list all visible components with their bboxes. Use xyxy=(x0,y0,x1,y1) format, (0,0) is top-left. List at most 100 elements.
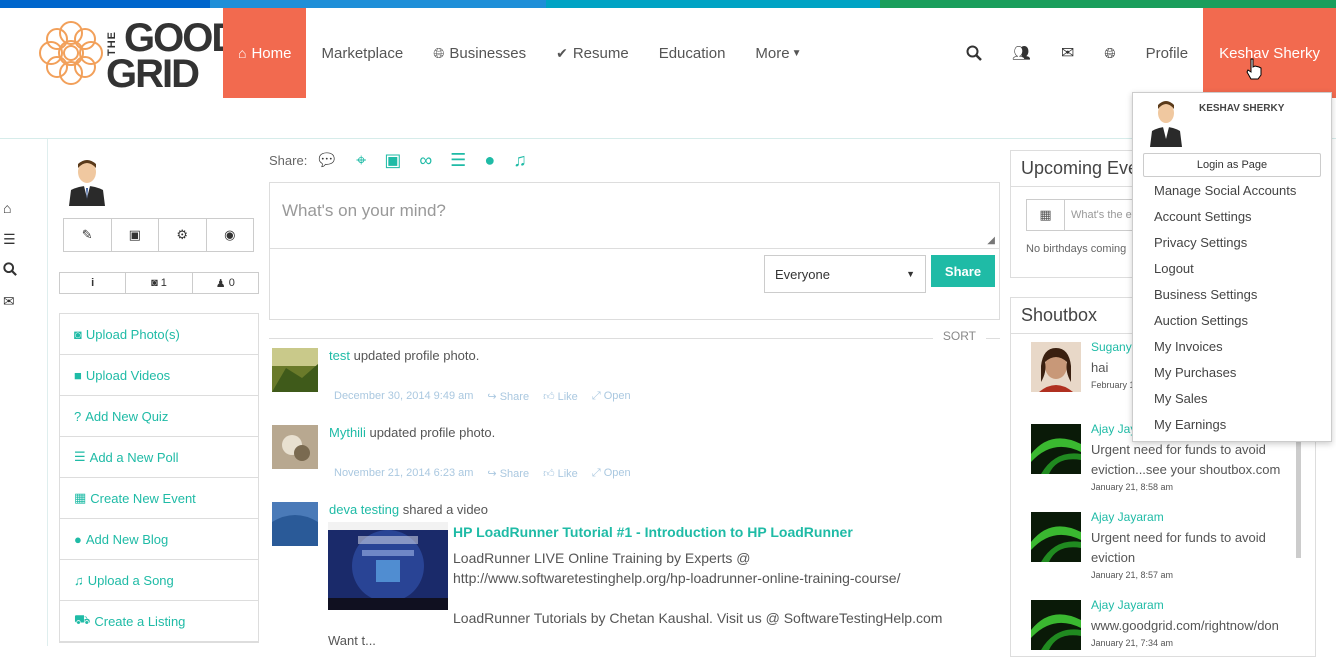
language-button[interactable]: 🌐︎ xyxy=(1089,8,1130,98)
menu-upload-photos[interactable]: ◙ Upload Photo(s) xyxy=(60,314,258,355)
view-button[interactable]: ◉ xyxy=(207,219,254,251)
nav-home-label: Home xyxy=(251,44,292,62)
shout-avatar[interactable] xyxy=(1031,600,1081,650)
post-date[interactable]: December 30, 2014 9:49 am xyxy=(334,390,473,403)
shout-avatar[interactable] xyxy=(1031,512,1081,562)
menu-add-blog[interactable]: ● Add New Blog xyxy=(60,519,258,560)
dropdown-item[interactable]: Business Settings xyxy=(1154,285,1296,311)
post-author[interactable]: deva testing xyxy=(329,502,399,517)
list-icon[interactable]: ☰ xyxy=(450,150,466,171)
shout-avatar[interactable] xyxy=(1031,424,1081,474)
audience-select[interactable]: Everyone ▼ xyxy=(764,255,926,293)
music-icon: ♫ xyxy=(74,572,84,588)
post-like[interactable]: 👍︎ Like xyxy=(543,467,578,480)
shoutbox-scrollbar[interactable] xyxy=(1296,438,1301,558)
photo-button[interactable]: ▣ xyxy=(112,219,159,251)
post-like-label: Like xyxy=(557,468,578,480)
post-share[interactable]: ↪ Share xyxy=(487,467,529,480)
shout-author[interactable]: Ajay Jayaram xyxy=(1091,510,1164,524)
menu-add-quiz[interactable]: ? Add New Quiz xyxy=(60,396,258,437)
calendar-icon: ▦ xyxy=(74,490,87,505)
home-icon[interactable]: ⌂ xyxy=(0,200,30,231)
list-icon[interactable]: ☰ xyxy=(0,231,30,262)
post-thumbnail[interactable] xyxy=(272,502,318,546)
post-open[interactable]: ⤢ Open xyxy=(592,467,631,480)
music-icon[interactable]: ♫ xyxy=(513,150,527,171)
dropdown-item[interactable]: My Sales xyxy=(1154,389,1296,415)
share-button[interactable]: Share xyxy=(931,255,995,287)
menu-upload-song-label: Upload a Song xyxy=(87,572,174,588)
sort-button[interactable]: SORT xyxy=(932,329,986,343)
home-icon: ⌂ xyxy=(238,45,247,61)
messages-button[interactable]: ✉ xyxy=(1046,8,1089,98)
info-button[interactable]: i xyxy=(60,273,127,293)
shout-avatar[interactable] xyxy=(1031,342,1081,392)
photo-icon[interactable]: ▣ xyxy=(384,150,401,171)
menu-upload-song[interactable]: ♫ Upload a Song xyxy=(60,560,258,601)
edit-profile-button[interactable]: ✎ xyxy=(64,219,112,251)
friends-button[interactable]: 👥︎ xyxy=(997,8,1046,98)
video-line-1: LoadRunner LIVE Online Training by Exper… xyxy=(453,550,751,566)
nav-education[interactable]: Education xyxy=(644,8,741,98)
friends-count-value: 0 xyxy=(228,277,235,289)
post-share[interactable]: ↪ Share xyxy=(487,390,529,403)
post-open[interactable]: ⤢ Open xyxy=(592,390,631,403)
search-button[interactable] xyxy=(951,8,997,98)
menu-upload-videos[interactable]: ■ Upload Videos xyxy=(60,355,258,396)
shout-item: Ajay Jayaram www.goodgrid.com/rightnow/d… xyxy=(1011,592,1315,656)
friends-count[interactable]: ♟ 0 xyxy=(193,273,258,293)
video-thumbnail[interactable] xyxy=(328,522,448,610)
menu-create-event[interactable]: ▦ Create New Event xyxy=(60,478,258,519)
dropdown-item[interactable]: My Invoices xyxy=(1154,337,1296,363)
dropdown-item[interactable]: Manage Social Accounts xyxy=(1154,181,1296,207)
nav-businesses[interactable]: 🌐︎ Businesses xyxy=(418,8,541,98)
nav-resume[interactable]: ✔ Resume xyxy=(541,8,644,98)
site-logo[interactable]: THE GOOD GRID xyxy=(36,14,240,94)
dropdown-item[interactable]: My Earnings xyxy=(1154,415,1296,441)
post-thumbnail[interactable] xyxy=(272,425,318,469)
avatar[interactable] xyxy=(67,150,123,210)
shout-date: February 1 xyxy=(1091,380,1135,390)
post-author[interactable]: Mythili xyxy=(329,425,366,440)
dropdown-item[interactable]: Account Settings xyxy=(1154,207,1296,233)
login-as-page-button[interactable]: Login as Page xyxy=(1143,153,1321,177)
chat-icon[interactable]: ● xyxy=(484,150,495,171)
post-like[interactable]: 👍︎ Like xyxy=(543,390,578,403)
dropdown-item[interactable]: Privacy Settings xyxy=(1154,233,1296,259)
photos-count[interactable]: ◙ 1 xyxy=(126,273,193,293)
post-date[interactable]: November 21, 2014 6:23 am xyxy=(334,467,473,480)
search-icon xyxy=(966,45,982,61)
user-menu-button[interactable]: Keshav Sherky xyxy=(1203,8,1336,98)
post-open-label: Open xyxy=(603,390,631,402)
resize-handle-icon[interactable]: ◢ xyxy=(987,235,995,246)
post-share-label: Share xyxy=(499,468,530,480)
avatar[interactable] xyxy=(1149,99,1183,147)
dropdown-item[interactable]: Auction Settings xyxy=(1154,311,1296,337)
dropdown-item[interactable]: Logout xyxy=(1154,259,1296,285)
menu-create-listing[interactable]: ⛟ Create a Listing xyxy=(60,601,258,642)
status-input[interactable]: What's on your mind? ◢ xyxy=(270,183,999,249)
search-icon[interactable] xyxy=(0,262,30,293)
status-icon[interactable]: 💬︎ xyxy=(315,150,338,171)
users-icon: 👥︎ xyxy=(1011,45,1031,62)
status-composer: What's on your mind? ◢ Everyone ▼ Share xyxy=(269,182,1000,320)
post-meta: November 21, 2014 6:23 am ↪ Share 👍︎ Lik… xyxy=(334,467,631,480)
nav-home[interactable]: ⌂ Home xyxy=(223,8,307,98)
dropdown-item[interactable]: My Purchases xyxy=(1154,363,1296,389)
location-icon[interactable]: ⌖ xyxy=(356,150,366,171)
eye-icon: ◉ xyxy=(224,227,236,242)
nav-profile[interactable]: Profile xyxy=(1131,8,1204,98)
envelope-icon[interactable]: ✉ xyxy=(0,293,30,324)
post-author[interactable]: test xyxy=(329,348,350,363)
nav-marketplace[interactable]: Marketplace xyxy=(306,8,418,98)
shout-author[interactable]: Ajay Jayaram xyxy=(1091,598,1164,612)
video-title[interactable]: HP LoadRunner Tutorial #1 - Introduction… xyxy=(453,522,973,542)
nav-more[interactable]: More ▼ xyxy=(740,8,816,98)
settings-button[interactable]: ⚙ xyxy=(159,219,207,251)
link-icon[interactable]: ∞ xyxy=(419,150,432,171)
video-description: HP LoadRunner Tutorial #1 - Introduction… xyxy=(453,522,973,628)
share-icon: ↪ xyxy=(487,468,497,480)
post-text: test updated profile photo. xyxy=(329,348,479,363)
menu-add-poll[interactable]: ☰ Add a New Poll xyxy=(60,437,258,478)
post-thumbnail[interactable] xyxy=(272,348,318,392)
